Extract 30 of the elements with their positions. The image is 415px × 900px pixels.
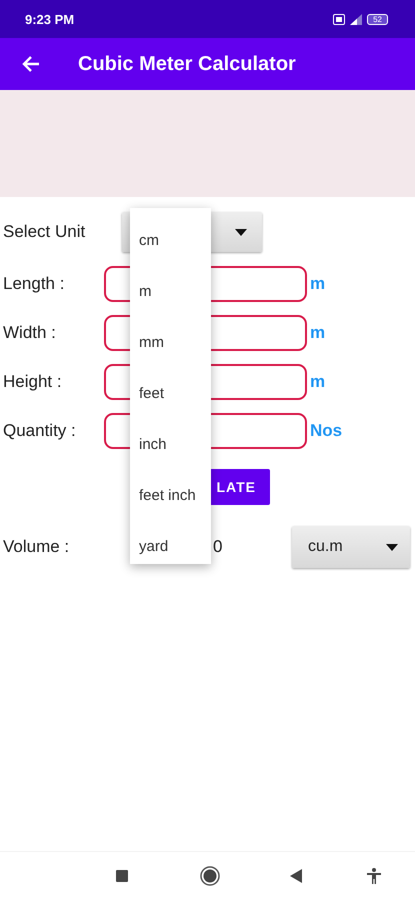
field-label: Height : <box>2 372 63 392</box>
field-label: Length : <box>2 274 66 294</box>
unit-label: m <box>310 323 326 343</box>
back-icon[interactable] <box>290 869 302 883</box>
unit-label: m <box>310 372 326 392</box>
dropdown-option[interactable]: inch <box>130 419 211 470</box>
dropdown-option[interactable]: feet <box>130 368 211 419</box>
battery-indicator: 52 <box>367 14 388 24</box>
dropdown-option[interactable]: cm <box>130 215 211 266</box>
volume-value: 0 <box>213 537 224 557</box>
accessibility-icon[interactable] <box>367 868 381 884</box>
recents-icon[interactable] <box>115 869 129 883</box>
back-arrow-icon[interactable] <box>21 55 41 73</box>
dropdown-option[interactable]: yard <box>130 521 211 572</box>
unit-label: Nos <box>310 421 342 441</box>
status-time: 9:23 PM <box>25 12 74 26</box>
app-title: Cubic Meter Calculator <box>78 52 296 76</box>
sim-icon <box>333 14 346 24</box>
field-label: Width : <box>2 323 57 343</box>
caret-icon <box>386 544 398 550</box>
select-unit-label: Select Unit <box>2 222 86 242</box>
dropdown-option[interactable]: mm <box>130 317 211 368</box>
home-icon[interactable] <box>200 866 220 886</box>
field-label: Quantity : <box>2 421 77 441</box>
volume-label: Volume : <box>2 537 70 557</box>
volume-unit-dropdown[interactable]: cu.m <box>292 526 410 568</box>
unit-label: m <box>310 274 326 294</box>
dropdown-option[interactable]: m <box>130 266 211 317</box>
signal-icon <box>350 14 362 24</box>
caret-icon <box>235 228 247 236</box>
